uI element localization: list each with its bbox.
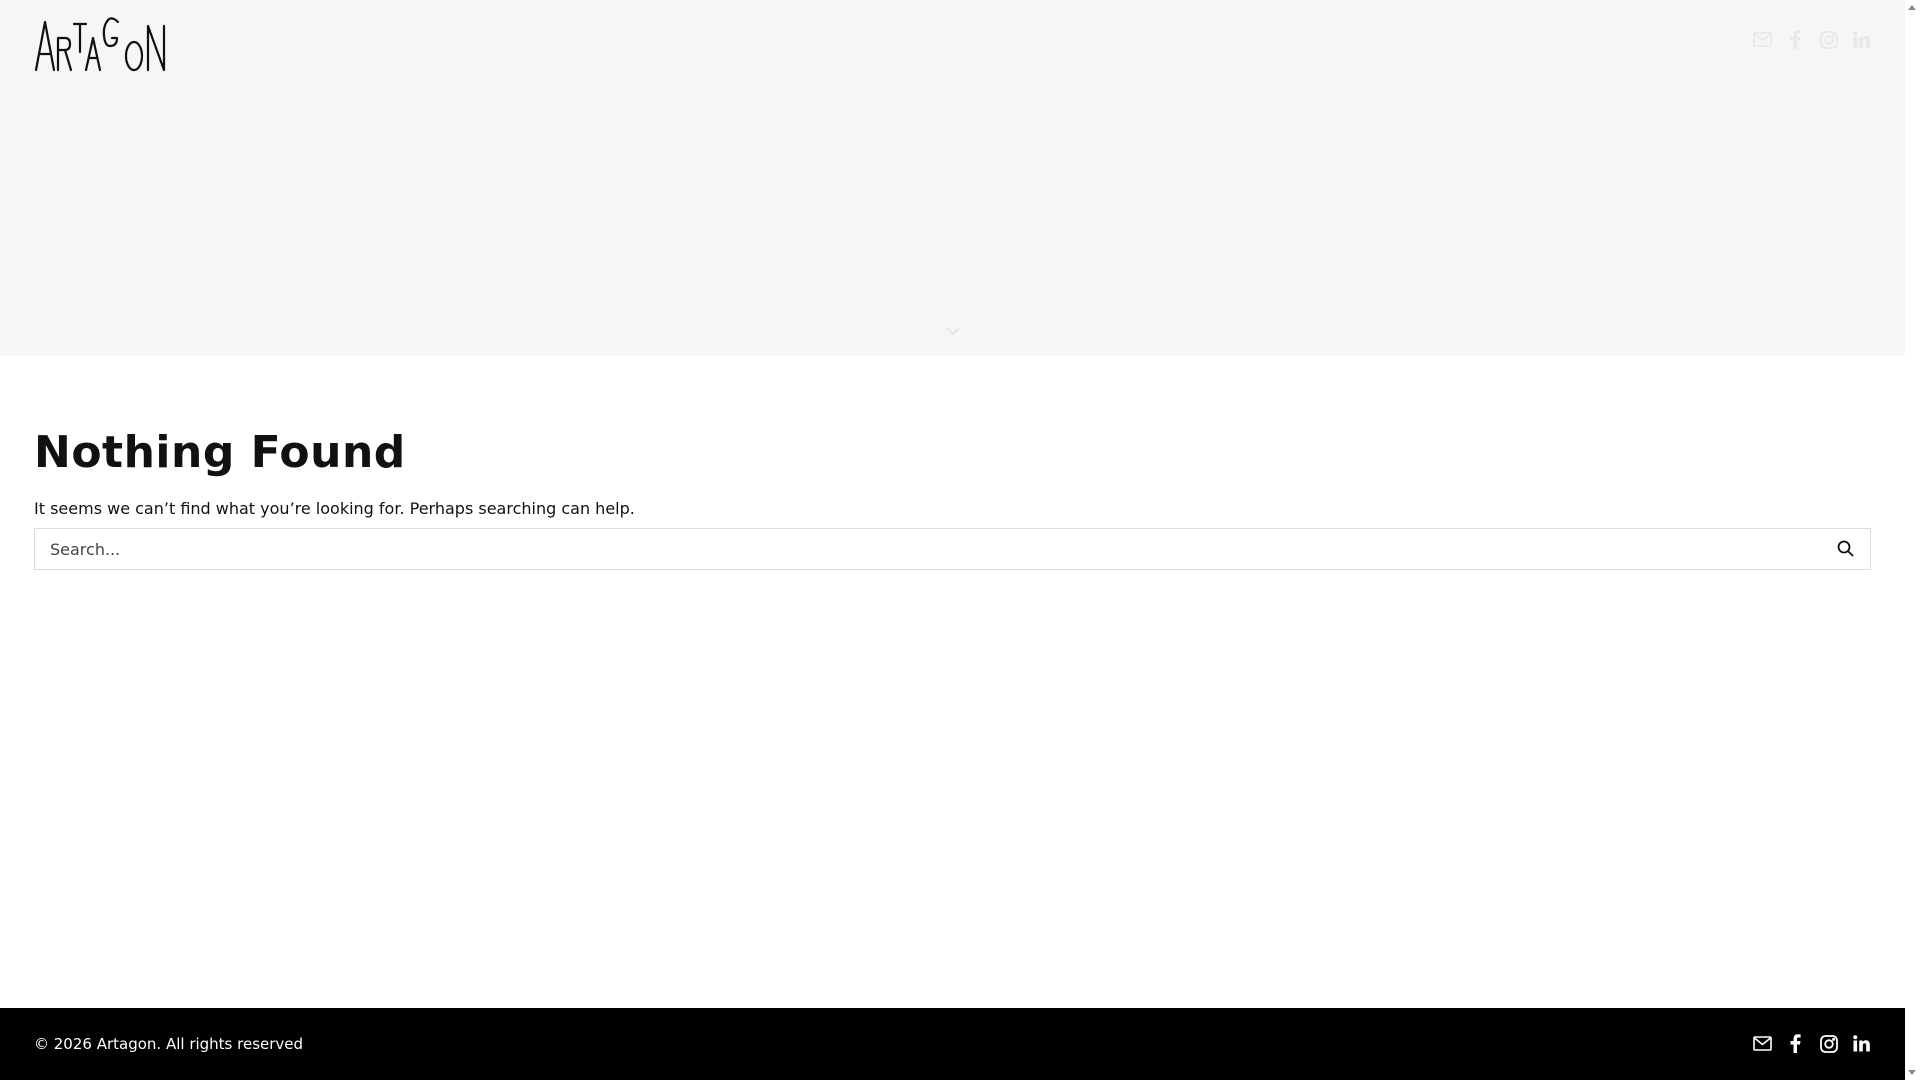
facebook-icon[interactable] xyxy=(1786,1034,1805,1053)
main-content: Nothing Found It seems we can’t find wha… xyxy=(34,420,1871,570)
scroll-down-arrow-icon[interactable] xyxy=(1908,1070,1916,1075)
facebook-icon[interactable] xyxy=(1786,30,1805,49)
search-input[interactable] xyxy=(35,529,1870,569)
artagon-logo-mark xyxy=(34,17,166,72)
instagram-icon[interactable] xyxy=(1819,30,1838,49)
site-footer: © 2026 Artagon. All rights reserved xyxy=(0,1008,1905,1080)
email-icon[interactable] xyxy=(1753,1034,1772,1053)
footer-social-links xyxy=(1753,1034,1871,1053)
instagram-icon[interactable] xyxy=(1819,1034,1838,1053)
copyright-text: © 2026 Artagon. All rights reserved xyxy=(34,1035,304,1053)
linkedin-icon[interactable] xyxy=(1852,30,1871,49)
scroll-down-icon[interactable] xyxy=(944,324,962,338)
search-button[interactable] xyxy=(1836,539,1856,559)
not-found-message: It seems we can’t find what you’re looki… xyxy=(34,499,635,518)
header-social-links xyxy=(1753,30,1871,49)
page-title: Nothing Found xyxy=(34,427,406,478)
search-form xyxy=(34,528,1871,570)
site-logo[interactable] xyxy=(34,6,194,72)
page-scrollbar[interactable] xyxy=(1905,0,1920,1080)
site-header xyxy=(0,0,1905,356)
email-icon[interactable] xyxy=(1753,30,1772,49)
page: Nothing Found It seems we can’t find wha… xyxy=(0,0,1905,1080)
scroll-up-arrow-icon[interactable] xyxy=(1908,5,1916,10)
linkedin-icon[interactable] xyxy=(1852,1034,1871,1053)
search-icon xyxy=(1837,540,1854,557)
